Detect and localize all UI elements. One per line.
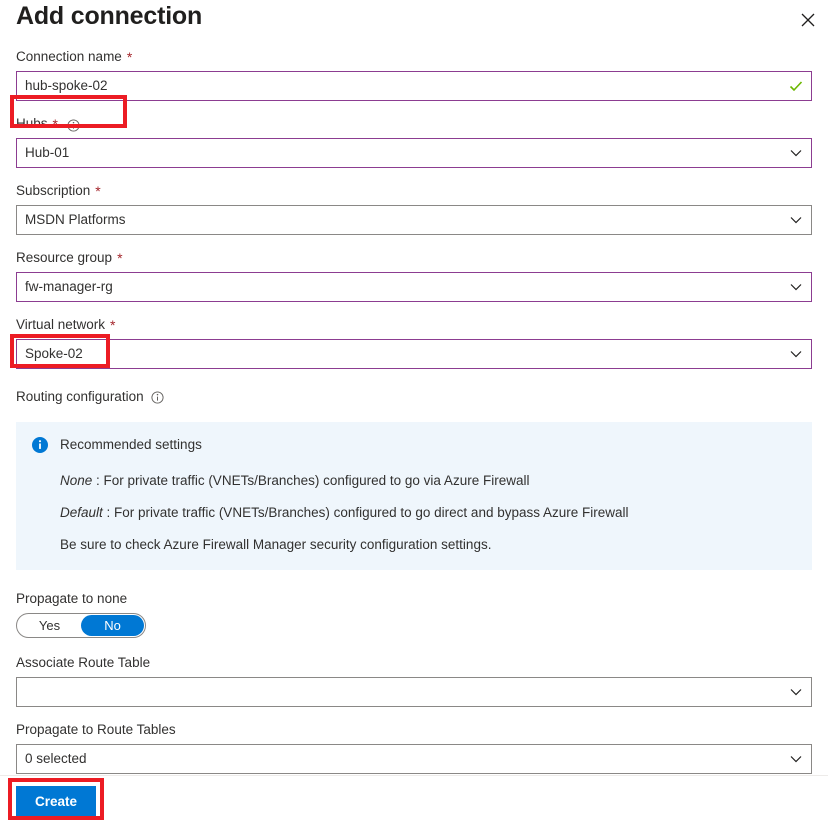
propagate-to-none-label: Propagate to none xyxy=(16,590,812,608)
virtual-network-label-text: Virtual network xyxy=(16,316,105,334)
connection-name-input-wrapper[interactable]: hub-spoke-02 xyxy=(16,71,812,101)
required-marker: * xyxy=(117,252,122,264)
infobox-text-none: : For private traffic (VNETs/Branches) c… xyxy=(92,473,529,488)
associate-route-table-label-text: Associate Route Table xyxy=(16,654,150,672)
field-propagate-to-route-tables: Propagate to Route Tables 0 selected xyxy=(0,721,828,774)
resource-group-value: fw-manager-rg xyxy=(17,273,781,301)
subscription-label: Subscription * xyxy=(16,182,812,200)
chevron-down-icon[interactable] xyxy=(781,678,811,706)
hubs-value: Hub-01 xyxy=(17,139,781,167)
add-connection-panel: Add connection Connection name * hub-spo… xyxy=(0,0,828,825)
page-title: Add connection xyxy=(16,2,202,31)
required-marker: * xyxy=(95,185,100,197)
chevron-down-icon[interactable] xyxy=(781,139,811,167)
info-circle-icon[interactable] xyxy=(67,119,80,132)
subscription-label-text: Subscription xyxy=(16,182,90,200)
chevron-down-icon[interactable] xyxy=(781,745,811,773)
subscription-value: MSDN Platforms xyxy=(17,206,781,234)
toggle-option-yes[interactable]: Yes xyxy=(18,615,81,636)
virtual-network-value: Spoke-02 xyxy=(17,340,781,368)
close-button[interactable] xyxy=(794,6,822,34)
infobox-term-none: None xyxy=(60,473,92,488)
chevron-down-icon[interactable] xyxy=(781,206,811,234)
panel-header: Add connection xyxy=(0,0,828,48)
routing-configuration-heading: Routing configuration xyxy=(0,389,828,404)
field-resource-group: Resource group * fw-manager-rg xyxy=(0,249,828,302)
virtual-network-label: Virtual network * xyxy=(16,316,812,334)
chevron-down-icon[interactable] xyxy=(781,273,811,301)
propagate-to-none-label-text: Propagate to none xyxy=(16,590,127,608)
propagate-to-route-tables-label-text: Propagate to Route Tables xyxy=(16,721,176,739)
routing-configuration-label: Routing configuration xyxy=(16,389,144,404)
virtual-network-dropdown[interactable]: Spoke-02 xyxy=(16,339,812,369)
close-icon xyxy=(801,13,815,27)
associate-route-table-label: Associate Route Table xyxy=(16,654,812,672)
panel-footer: Create xyxy=(0,775,828,825)
infobox-line-default: Default : For private traffic (VNETs/Bra… xyxy=(16,504,812,522)
resource-group-label: Resource group * xyxy=(16,249,812,267)
info-filled-icon xyxy=(32,437,48,458)
toggle-option-no[interactable]: No xyxy=(81,615,144,636)
chevron-down-icon[interactable] xyxy=(781,340,811,368)
infobox-title-row: Recommended settings xyxy=(16,436,812,458)
resource-group-dropdown[interactable]: fw-manager-rg xyxy=(16,272,812,302)
infobox-term-default: Default xyxy=(60,505,103,520)
required-marker: * xyxy=(110,319,115,331)
resource-group-label-text: Resource group xyxy=(16,249,112,267)
field-propagate-to-none: Propagate to none Yes No xyxy=(0,590,828,638)
field-hubs: Hubs * Hub-01 xyxy=(0,115,828,168)
infobox-line-none: None : For private traffic (VNETs/Branch… xyxy=(16,472,812,490)
field-subscription: Subscription * MSDN Platforms xyxy=(0,182,828,235)
recommended-settings-infobox: Recommended settings None : For private … xyxy=(16,422,812,570)
field-connection-name: Connection name * hub-spoke-02 xyxy=(0,48,828,101)
subscription-dropdown[interactable]: MSDN Platforms xyxy=(16,205,812,235)
check-icon xyxy=(781,72,811,100)
hubs-label-text: Hubs xyxy=(16,115,48,133)
associate-route-table-dropdown[interactable] xyxy=(16,677,812,707)
connection-name-label: Connection name * xyxy=(16,48,812,66)
connection-form: Connection name * hub-spoke-02 Hubs * xyxy=(0,48,828,788)
field-associate-route-table: Associate Route Table xyxy=(0,654,828,707)
infobox-text-default: : For private traffic (VNETs/Branches) c… xyxy=(103,505,629,520)
propagate-to-route-tables-value: 0 selected xyxy=(17,745,781,773)
connection-name-label-text: Connection name xyxy=(16,48,122,66)
create-button[interactable]: Create xyxy=(16,786,96,816)
hubs-label: Hubs * xyxy=(16,115,812,133)
field-virtual-network: Virtual network * Spoke-02 xyxy=(0,316,828,369)
infobox-title: Recommended settings xyxy=(60,436,202,454)
info-circle-icon[interactable] xyxy=(151,391,164,404)
required-marker: * xyxy=(127,51,132,63)
propagate-to-none-toggle[interactable]: Yes No xyxy=(16,613,146,638)
infobox-line-note: Be sure to check Azure Firewall Manager … xyxy=(16,536,812,554)
connection-name-input[interactable]: hub-spoke-02 xyxy=(17,72,781,100)
required-marker: * xyxy=(53,118,58,130)
propagate-to-route-tables-label: Propagate to Route Tables xyxy=(16,721,812,739)
infobox-note-text: Be sure to check Azure Firewall Manager … xyxy=(32,536,491,554)
propagate-to-route-tables-dropdown[interactable]: 0 selected xyxy=(16,744,812,774)
hubs-dropdown[interactable]: Hub-01 xyxy=(16,138,812,168)
